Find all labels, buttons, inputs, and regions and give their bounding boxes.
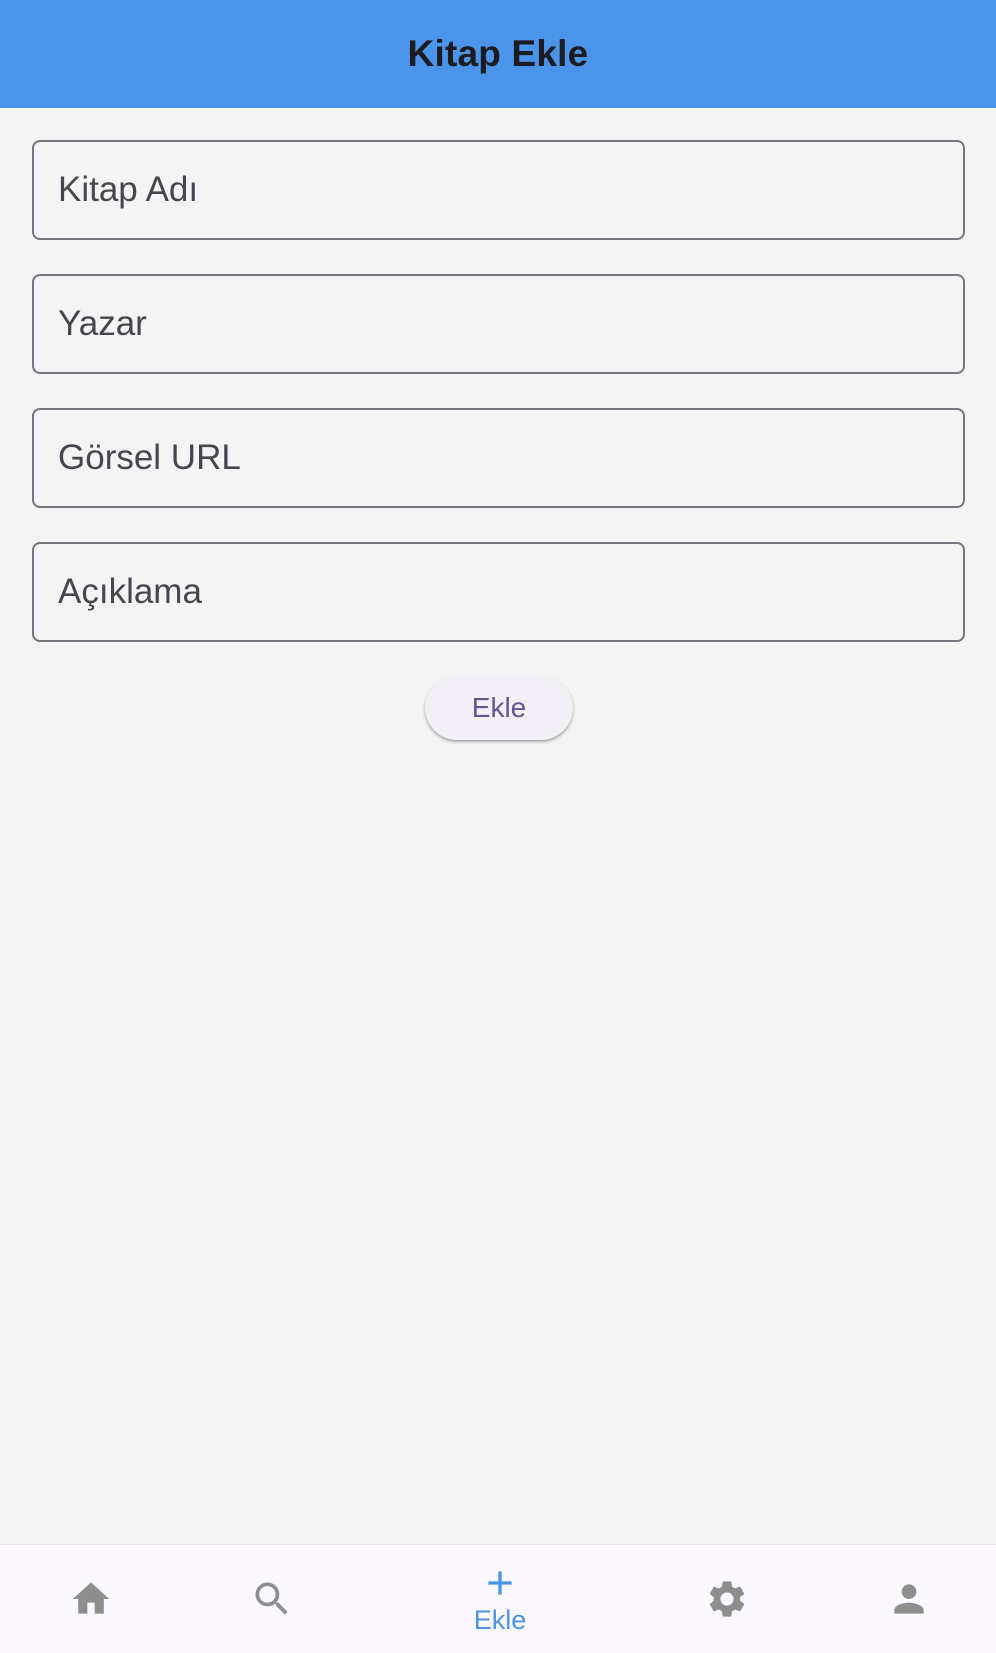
- nav-item-profile[interactable]: [849, 1545, 969, 1653]
- add-icon: [480, 1563, 520, 1603]
- search-icon: [250, 1577, 294, 1621]
- description-input[interactable]: [34, 544, 963, 640]
- book-title-input[interactable]: [34, 142, 963, 238]
- page-title: Kitap Ekle: [407, 33, 589, 74]
- author-field[interactable]: [32, 274, 965, 374]
- person-icon: [887, 1577, 931, 1621]
- nav-item-settings[interactable]: [667, 1545, 787, 1653]
- bottom-navigation-bar: Ekle: [0, 1544, 996, 1653]
- description-field[interactable]: [32, 542, 965, 642]
- image-url-input[interactable]: [34, 410, 963, 506]
- nav-item-add[interactable]: Ekle: [440, 1545, 560, 1653]
- nav-item-add-label: Ekle: [473, 1604, 527, 1635]
- book-title-field[interactable]: [32, 140, 965, 240]
- author-input[interactable]: [34, 276, 963, 372]
- app-bar: Kitap Ekle: [0, 0, 996, 108]
- add-book-button[interactable]: Ekle: [425, 676, 573, 740]
- settings-icon: [705, 1577, 749, 1621]
- home-icon: [69, 1577, 113, 1621]
- nav-item-search[interactable]: [212, 1545, 332, 1653]
- image-url-field[interactable]: [32, 408, 965, 508]
- add-book-button-label: Ekle: [471, 692, 527, 723]
- nav-item-home[interactable]: [31, 1545, 151, 1653]
